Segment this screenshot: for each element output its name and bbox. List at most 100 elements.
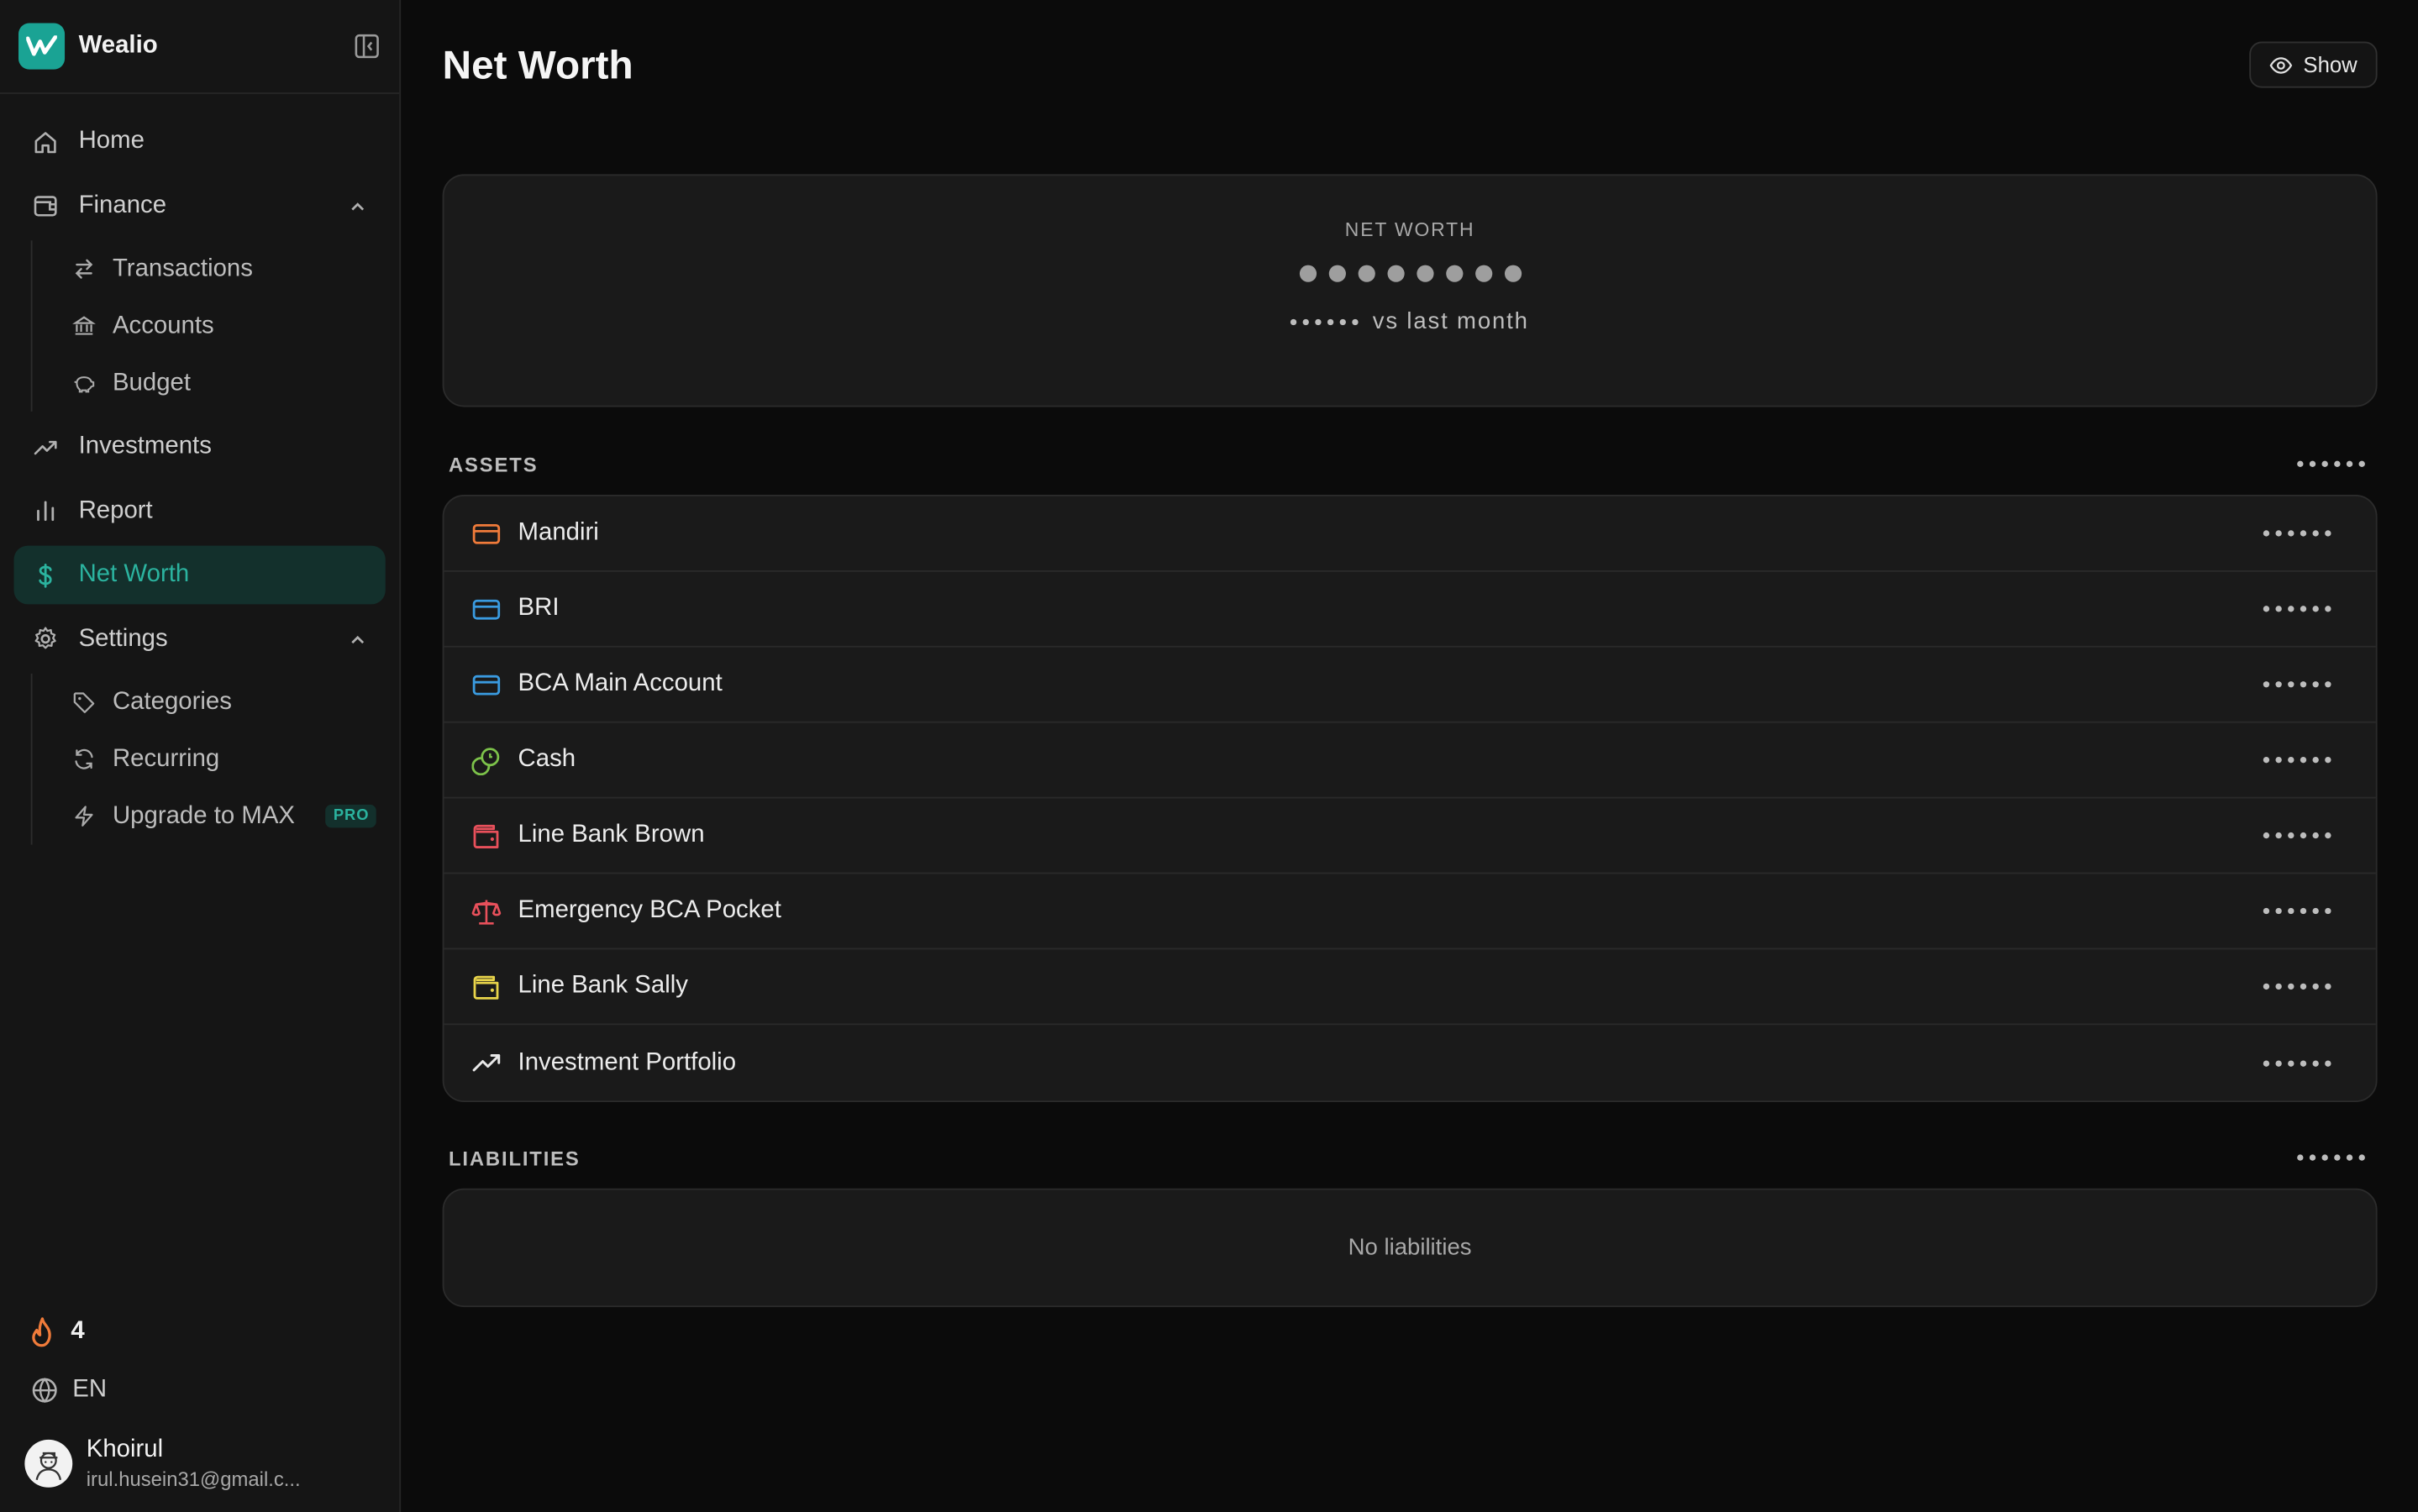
chevron-up-icon[interactable]	[347, 195, 369, 217]
empty-state-text: No liabilities	[1348, 1234, 1472, 1262]
sidebar-item-label: Finance	[78, 192, 167, 218]
asset-name: BRI	[518, 595, 560, 622]
sidebar-item-label: Upgrade to MAX	[112, 802, 296, 829]
sidebar-item-settings[interactable]: Settings	[14, 610, 386, 669]
net-worth-label: NET WORTH	[1344, 218, 1475, 241]
sidebar-item-home[interactable]: Home	[14, 113, 386, 171]
asset-row[interactable]: Cash	[444, 723, 2376, 799]
assets-header: ASSETS	[443, 447, 2378, 480]
asset-name: BCA Main Account	[518, 670, 723, 697]
hidden-change-value	[1290, 318, 1359, 325]
asset-name: Line Bank Brown	[518, 822, 705, 848]
coins-icon	[470, 744, 502, 775]
home-icon	[31, 128, 59, 155]
sidebar: Wealio Home Finance Transactions Account…	[0, 0, 402, 1512]
refresh-icon	[71, 747, 95, 771]
sidebar-item-transactions[interactable]: Transactions	[40, 240, 400, 297]
sidebar-item-investments[interactable]: Investments	[14, 417, 386, 476]
page-title: Net Worth	[442, 41, 633, 88]
liabilities-list: No liabilities	[442, 1188, 2378, 1308]
sidebar-item-categories[interactable]: Categories	[40, 674, 400, 731]
wealio-logo-icon[interactable]	[18, 23, 66, 70]
asset-row[interactable]: BRI	[444, 572, 2376, 648]
sidebar-item-report[interactable]: Report	[14, 481, 386, 540]
main-content: Net Worth Show NET WORTH vs last month A…	[401, 0, 2417, 1512]
liabilities-hidden-total	[2297, 1154, 2365, 1161]
pro-badge: PRO	[325, 804, 377, 828]
sidebar-item-label: Report	[78, 496, 153, 523]
asset-row[interactable]: Line Bank Brown	[444, 799, 2376, 874]
sidebar-item-accounts[interactable]: Accounts	[40, 297, 400, 354]
sidebar-item-net-worth[interactable]: Net Worth	[13, 545, 386, 605]
credit-card-icon	[470, 593, 502, 624]
trending-up-icon	[470, 1047, 502, 1079]
eye-icon	[2269, 53, 2293, 76]
sidebar-nav: Home Finance Transactions Accounts Budge…	[0, 94, 399, 845]
avatar	[24, 1439, 73, 1488]
user-email: irul.husein31@gmail.c...	[86, 1467, 301, 1491]
asset-name: Cash	[518, 746, 576, 773]
net-worth-hidden-value	[444, 265, 2375, 282]
user-profile[interactable]: Khoirul irul.husein31@gmail.c...	[0, 1421, 399, 1512]
credit-card-icon	[470, 669, 502, 700]
asset-name: Emergency BCA Pocket	[518, 896, 781, 924]
scale-icon	[470, 895, 502, 927]
asset-row[interactable]: Mandiri	[444, 496, 2376, 572]
finance-submenu: Transactions Accounts Budget	[30, 240, 400, 412]
assets-list: Mandiri BRI BCA Main Account Cash Line Bank …	[442, 495, 2378, 1103]
sidebar-item-finance[interactable]: Finance	[14, 176, 386, 235]
bank-icon	[71, 313, 95, 338]
dollar-sign-icon	[31, 561, 59, 589]
sidebar-collapse-icon[interactable]	[353, 33, 381, 60]
credit-card-icon	[470, 518, 502, 549]
lightning-icon	[71, 804, 95, 828]
asset-hidden-amount	[2263, 1059, 2331, 1066]
asset-hidden-amount	[2263, 832, 2331, 839]
assets-hidden-total	[2297, 460, 2365, 468]
settings-submenu: Categories Recurring Upgrade to MAX PRO	[30, 673, 400, 845]
show-button-label: Show	[2303, 52, 2358, 77]
assets-title: ASSETS	[448, 452, 539, 476]
user-name: Khoirul	[86, 1436, 164, 1463]
sidebar-item-label: Accounts	[112, 312, 214, 339]
sidebar-item-budget[interactable]: Budget	[40, 354, 400, 412]
sidebar-item-label: Settings	[78, 625, 168, 652]
sidebar-item-label: Home	[78, 128, 145, 155]
streak-counter[interactable]: 4	[0, 1304, 399, 1359]
asset-hidden-amount	[2263, 756, 2331, 764]
sidebar-item-label: Budget	[112, 369, 192, 396]
sidebar-item-label: Investments	[78, 433, 212, 459]
asset-row[interactable]: BCA Main Account	[444, 648, 2376, 723]
asset-hidden-amount	[2263, 530, 2331, 537]
app-name: Wealio	[78, 32, 158, 59]
asset-name: Investment Portfolio	[518, 1048, 737, 1075]
gear-icon	[31, 625, 59, 653]
bar-chart-icon	[31, 497, 59, 525]
asset-row[interactable]: Line Bank Sally	[444, 949, 2376, 1026]
net-worth-change: vs last month	[444, 308, 2375, 334]
show-values-button[interactable]: Show	[2249, 41, 2378, 88]
sidebar-item-recurring[interactable]: Recurring	[40, 731, 400, 788]
sidebar-item-upgrade[interactable]: Upgrade to MAX PRO	[40, 788, 400, 845]
globe-icon	[31, 1377, 59, 1404]
liabilities-title: LIABILITIES	[448, 1146, 581, 1169]
sidebar-item-label: Categories	[112, 688, 232, 715]
language-switcher[interactable]: EN	[0, 1359, 399, 1420]
chevron-up-icon[interactable]	[347, 628, 369, 650]
streak-count: 4	[71, 1317, 85, 1345]
asset-row[interactable]: Investment Portfolio	[444, 1025, 2375, 1100]
sidebar-item-label: Net Worth	[78, 560, 190, 588]
asset-name: Line Bank Sally	[518, 972, 688, 1000]
asset-row[interactable]: Emergency BCA Pocket	[444, 874, 2376, 950]
asset-hidden-amount	[2263, 907, 2331, 915]
tag-icon	[71, 690, 95, 714]
wallet-icon	[470, 971, 502, 1002]
net-worth-summary-card: NET WORTH vs last month	[442, 174, 2378, 407]
comparison-label: vs last month	[1372, 308, 1529, 335]
asset-hidden-amount	[2263, 681, 2331, 688]
piggy-bank-icon	[71, 370, 95, 395]
wallet-icon	[470, 820, 502, 851]
brand-header: Wealio	[0, 0, 400, 94]
asset-name: Mandiri	[518, 519, 599, 546]
sidebar-item-label: Recurring	[112, 745, 220, 772]
